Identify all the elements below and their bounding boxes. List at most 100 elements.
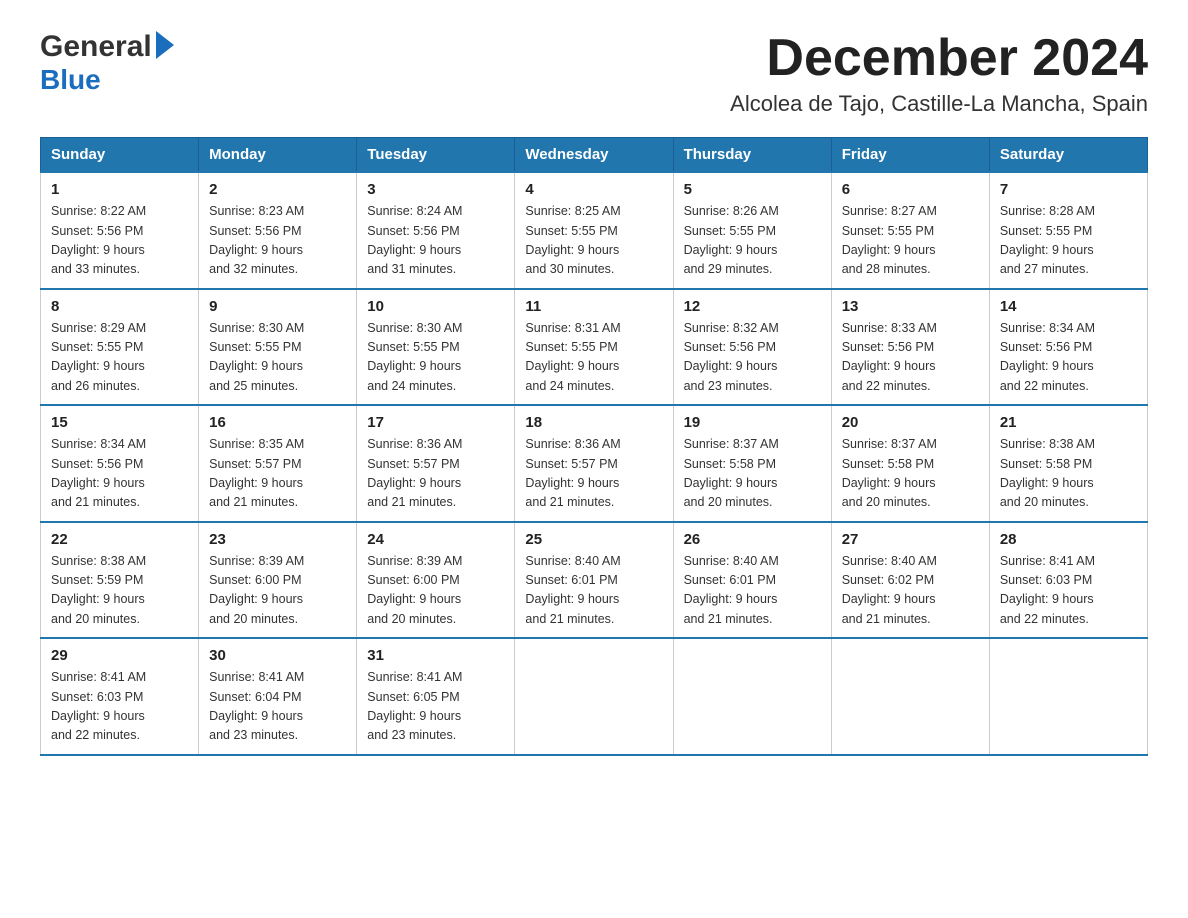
- day-info: Sunrise: 8:38 AMSunset: 5:59 PMDaylight:…: [51, 552, 188, 630]
- weekday-header-tuesday: Tuesday: [357, 138, 515, 173]
- day-info: Sunrise: 8:27 AMSunset: 5:55 PMDaylight:…: [842, 202, 979, 280]
- day-info: Sunrise: 8:41 AMSunset: 6:04 PMDaylight:…: [209, 668, 346, 746]
- logo-blue-text: Blue: [40, 66, 101, 94]
- calendar-cell: 16Sunrise: 8:35 AMSunset: 5:57 PMDayligh…: [199, 405, 357, 522]
- day-number: 29: [51, 647, 188, 664]
- day-number: 28: [1000, 531, 1137, 548]
- calendar-cell: 18 Sunrise: 8:36 AMSunset: 5:57 PMDayligh…: [515, 405, 673, 522]
- day-info: Sunrise: 8:30 AMSunset: 5:55 PMDaylight:…: [209, 319, 346, 397]
- weekday-header-saturday: Saturday: [989, 138, 1147, 173]
- logo-general-text: General: [40, 30, 152, 64]
- calendar-cell: [831, 638, 989, 755]
- day-number: 13: [842, 298, 979, 315]
- weekday-header-monday: Monday: [199, 138, 357, 173]
- day-number: 17: [367, 414, 504, 431]
- day-number: 20: [842, 414, 979, 431]
- logo-arrow-icon: [156, 31, 174, 59]
- month-title: December 2024: [730, 30, 1148, 87]
- day-number: 11: [525, 298, 662, 315]
- calendar-cell: 23 Sunrise: 8:39 AMSunset: 6:00 PMDayligh…: [199, 522, 357, 639]
- day-number: 31: [367, 647, 504, 664]
- day-info: Sunrise: 8:41 AMSunset: 6:03 PMDaylight:…: [1000, 552, 1137, 630]
- day-number: 25: [525, 531, 662, 548]
- calendar-cell: 20 Sunrise: 8:37 AMSunset: 5:58 PMDayligh…: [831, 405, 989, 522]
- calendar-cell: [515, 638, 673, 755]
- day-number: 9: [209, 298, 346, 315]
- day-info: Sunrise: 8:26 AMSunset: 5:55 PMDaylight:…: [684, 202, 821, 280]
- calendar-cell: 8Sunrise: 8:29 AMSunset: 5:55 PMDaylight…: [41, 289, 199, 406]
- calendar-cell: 21Sunrise: 8:38 AMSunset: 5:58 PMDayligh…: [989, 405, 1147, 522]
- location-title: Alcolea de Tajo, Castille-La Mancha, Spa…: [730, 91, 1148, 117]
- calendar-cell: 28 Sunrise: 8:41 AMSunset: 6:03 PMDayligh…: [989, 522, 1147, 639]
- calendar-cell: 31 Sunrise: 8:41 AMSunset: 6:05 PMDayligh…: [357, 638, 515, 755]
- calendar-cell: 24 Sunrise: 8:39 AMSunset: 6:00 PMDayligh…: [357, 522, 515, 639]
- day-number: 1: [51, 181, 188, 198]
- day-info: Sunrise: 8:36 AMSunset: 5:57 PMDaylight:…: [367, 435, 504, 513]
- day-info: Sunrise: 8:23 AMSunset: 5:56 PMDaylight:…: [209, 202, 346, 280]
- day-number: 22: [51, 531, 188, 548]
- week-row-5: 29 Sunrise: 8:41 AMSunset: 6:03 PMDayligh…: [41, 638, 1148, 755]
- week-row-1: 1Sunrise: 8:22 AMSunset: 5:56 PMDaylight…: [41, 172, 1148, 289]
- calendar-table: SundayMondayTuesdayWednesdayThursdayFrid…: [40, 137, 1148, 756]
- day-number: 10: [367, 298, 504, 315]
- day-info: Sunrise: 8:36 AMSunset: 5:57 PMDaylight:…: [525, 435, 662, 513]
- day-info: Sunrise: 8:33 AMSunset: 5:56 PMDaylight:…: [842, 319, 979, 397]
- week-row-4: 22 Sunrise: 8:38 AMSunset: 5:59 PMDayligh…: [41, 522, 1148, 639]
- day-number: 16: [209, 414, 346, 431]
- calendar-cell: 9 Sunrise: 8:30 AMSunset: 5:55 PMDaylight…: [199, 289, 357, 406]
- day-info: Sunrise: 8:40 AMSunset: 6:01 PMDaylight:…: [525, 552, 662, 630]
- calendar-cell: 17 Sunrise: 8:36 AMSunset: 5:57 PMDayligh…: [357, 405, 515, 522]
- day-number: 26: [684, 531, 821, 548]
- calendar-cell: 13 Sunrise: 8:33 AMSunset: 5:56 PMDayligh…: [831, 289, 989, 406]
- day-info: Sunrise: 8:38 AMSunset: 5:58 PMDaylight:…: [1000, 435, 1137, 513]
- day-info: Sunrise: 8:39 AMSunset: 6:00 PMDaylight:…: [367, 552, 504, 630]
- day-number: 18: [525, 414, 662, 431]
- day-info: Sunrise: 8:34 AMSunset: 5:56 PMDaylight:…: [51, 435, 188, 513]
- day-info: Sunrise: 8:39 AMSunset: 6:00 PMDaylight:…: [209, 552, 346, 630]
- calendar-cell: 15Sunrise: 8:34 AMSunset: 5:56 PMDayligh…: [41, 405, 199, 522]
- calendar-cell: 1Sunrise: 8:22 AMSunset: 5:56 PMDaylight…: [41, 172, 199, 289]
- day-info: Sunrise: 8:40 AMSunset: 6:02 PMDaylight:…: [842, 552, 979, 630]
- weekday-header-friday: Friday: [831, 138, 989, 173]
- calendar-cell: 10 Sunrise: 8:30 AMSunset: 5:55 PMDayligh…: [357, 289, 515, 406]
- calendar-cell: 19 Sunrise: 8:37 AMSunset: 5:58 PMDayligh…: [673, 405, 831, 522]
- day-number: 2: [209, 181, 346, 198]
- week-row-2: 8Sunrise: 8:29 AMSunset: 5:55 PMDaylight…: [41, 289, 1148, 406]
- weekday-header-sunday: Sunday: [41, 138, 199, 173]
- day-info: Sunrise: 8:30 AMSunset: 5:55 PMDaylight:…: [367, 319, 504, 397]
- calendar-cell: [673, 638, 831, 755]
- day-info: Sunrise: 8:37 AMSunset: 5:58 PMDaylight:…: [842, 435, 979, 513]
- week-row-3: 15Sunrise: 8:34 AMSunset: 5:56 PMDayligh…: [41, 405, 1148, 522]
- calendar-cell: 4 Sunrise: 8:25 AMSunset: 5:55 PMDaylight…: [515, 172, 673, 289]
- day-info: Sunrise: 8:41 AMSunset: 6:03 PMDaylight:…: [51, 668, 188, 746]
- day-info: Sunrise: 8:37 AMSunset: 5:58 PMDaylight:…: [684, 435, 821, 513]
- day-number: 7: [1000, 181, 1137, 198]
- day-number: 27: [842, 531, 979, 548]
- weekday-header-row: SundayMondayTuesdayWednesdayThursdayFrid…: [41, 138, 1148, 173]
- calendar-cell: 14Sunrise: 8:34 AMSunset: 5:56 PMDayligh…: [989, 289, 1147, 406]
- day-info: Sunrise: 8:28 AMSunset: 5:55 PMDaylight:…: [1000, 202, 1137, 280]
- calendar-cell: 25 Sunrise: 8:40 AMSunset: 6:01 PMDayligh…: [515, 522, 673, 639]
- page-header: General Blue December 2024 Alcolea de Ta…: [40, 30, 1148, 117]
- calendar-cell: 2 Sunrise: 8:23 AMSunset: 5:56 PMDaylight…: [199, 172, 357, 289]
- day-number: 23: [209, 531, 346, 548]
- day-info: Sunrise: 8:41 AMSunset: 6:05 PMDaylight:…: [367, 668, 504, 746]
- weekday-header-thursday: Thursday: [673, 138, 831, 173]
- calendar-cell: 27 Sunrise: 8:40 AMSunset: 6:02 PMDayligh…: [831, 522, 989, 639]
- calendar-cell: [989, 638, 1147, 755]
- calendar-cell: 26Sunrise: 8:40 AMSunset: 6:01 PMDayligh…: [673, 522, 831, 639]
- day-info: Sunrise: 8:24 AMSunset: 5:56 PMDaylight:…: [367, 202, 504, 280]
- day-number: 19: [684, 414, 821, 431]
- day-number: 24: [367, 531, 504, 548]
- day-info: Sunrise: 8:25 AMSunset: 5:55 PMDaylight:…: [525, 202, 662, 280]
- calendar-cell: 6Sunrise: 8:27 AMSunset: 5:55 PMDaylight…: [831, 172, 989, 289]
- day-number: 14: [1000, 298, 1137, 315]
- weekday-header-wednesday: Wednesday: [515, 138, 673, 173]
- day-number: 30: [209, 647, 346, 664]
- day-info: Sunrise: 8:31 AMSunset: 5:55 PMDaylight:…: [525, 319, 662, 397]
- day-number: 4: [525, 181, 662, 198]
- calendar-cell: 12Sunrise: 8:32 AMSunset: 5:56 PMDayligh…: [673, 289, 831, 406]
- calendar-cell: 7 Sunrise: 8:28 AMSunset: 5:55 PMDaylight…: [989, 172, 1147, 289]
- day-number: 5: [684, 181, 821, 198]
- calendar-cell: 30 Sunrise: 8:41 AMSunset: 6:04 PMDayligh…: [199, 638, 357, 755]
